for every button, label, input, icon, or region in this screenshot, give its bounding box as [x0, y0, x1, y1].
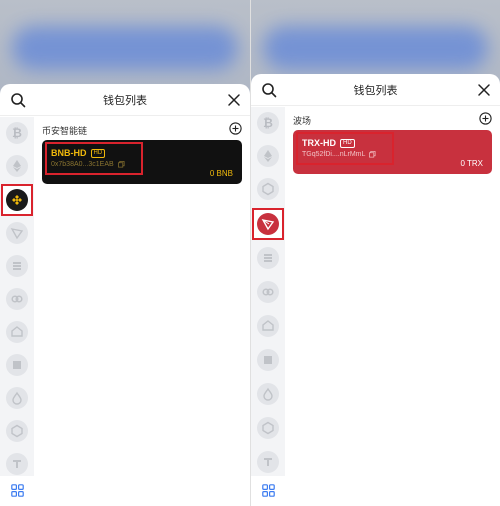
cube-chain-icon[interactable]	[257, 417, 279, 439]
bitcoin-icon[interactable]: ₿	[6, 122, 28, 144]
right-screen: 钱包列表 ₿ 波场 TRX-HD HD TGq52fDi....nLrMmL 0…	[250, 0, 500, 506]
sheet-body: ₿	[0, 117, 250, 506]
highlight-box	[45, 142, 143, 175]
solana-icon[interactable]	[257, 247, 279, 269]
search-icon[interactable]	[10, 92, 26, 108]
chain-rail: ₿	[251, 107, 285, 506]
wallet-balance: 0 TRX	[460, 159, 483, 168]
bottom-bar	[251, 476, 500, 506]
wallet-list-sheet: 钱包列表 ₿	[251, 74, 500, 506]
sheet-header: 钱包列表	[0, 84, 250, 116]
square-chain-icon[interactable]	[257, 349, 279, 371]
section-label: 币安智能链	[42, 126, 88, 136]
search-icon[interactable]	[261, 82, 277, 98]
tezos-icon[interactable]	[257, 451, 279, 473]
blurred-content	[263, 26, 488, 70]
square-chain-icon[interactable]	[6, 354, 28, 376]
tron-icon[interactable]	[257, 213, 279, 235]
cube-chain-icon[interactable]	[257, 178, 279, 200]
grid-icon[interactable]	[262, 484, 275, 497]
page-title: 钱包列表	[353, 84, 398, 97]
tron-icon[interactable]	[6, 222, 28, 244]
ethereum-icon[interactable]	[257, 145, 279, 167]
polkadot-icon[interactable]	[6, 288, 28, 310]
screenshot-composite: 钱包列表 ₿ 币安智能链 BNB-HD HD 0x7b38A0...3c1EAB…	[0, 0, 500, 506]
add-wallet-icon[interactable]	[229, 122, 242, 135]
avalanche-icon[interactable]	[257, 315, 279, 337]
bitcoin-icon[interactable]: ₿	[257, 112, 279, 134]
left-screen: 钱包列表 ₿ 币安智能链 BNB-HD HD 0x7b38A0...3c1EAB…	[0, 0, 250, 506]
drop-chain-icon[interactable]	[257, 383, 279, 405]
avalanche-icon[interactable]	[6, 321, 28, 343]
highlight-box	[296, 132, 394, 165]
sheet-body: ₿	[251, 107, 500, 506]
wallet-card-trx[interactable]: TRX-HD HD TGq52fDi....nLrMmL 0 TRX	[293, 130, 492, 174]
wallet-list-sheet: 钱包列表 ₿	[0, 84, 250, 506]
wallet-card-bnb[interactable]: BNB-HD HD 0x7b38A0...3c1EAB 0 BNB	[42, 140, 242, 184]
wallet-balance: 0 BNB	[209, 169, 233, 178]
drop-chain-icon[interactable]	[6, 387, 28, 409]
sheet-header: 钱包列表	[251, 74, 500, 106]
solana-icon[interactable]	[6, 255, 28, 277]
chain-rail: ₿	[0, 117, 34, 506]
section-label: 波场	[293, 116, 312, 126]
blurred-content	[12, 26, 238, 70]
tezos-icon[interactable]	[6, 453, 28, 475]
cube-chain-icon[interactable]	[6, 420, 28, 442]
add-wallet-icon[interactable]	[479, 112, 492, 125]
bottom-bar	[0, 476, 250, 506]
ethereum-icon[interactable]	[6, 155, 28, 177]
close-icon[interactable]	[476, 82, 492, 98]
wallet-content: 币安智能链 BNB-HD HD 0x7b38A0...3c1EAB 0 BNB	[34, 117, 250, 506]
grid-icon[interactable]	[11, 484, 24, 497]
page-title: 钱包列表	[103, 94, 147, 107]
wallet-content: 波场 TRX-HD HD TGq52fDi....nLrMmL 0 TRX	[285, 107, 500, 506]
bnb-icon[interactable]	[6, 189, 28, 211]
close-icon[interactable]	[226, 92, 242, 108]
polkadot-icon[interactable]	[257, 281, 279, 303]
